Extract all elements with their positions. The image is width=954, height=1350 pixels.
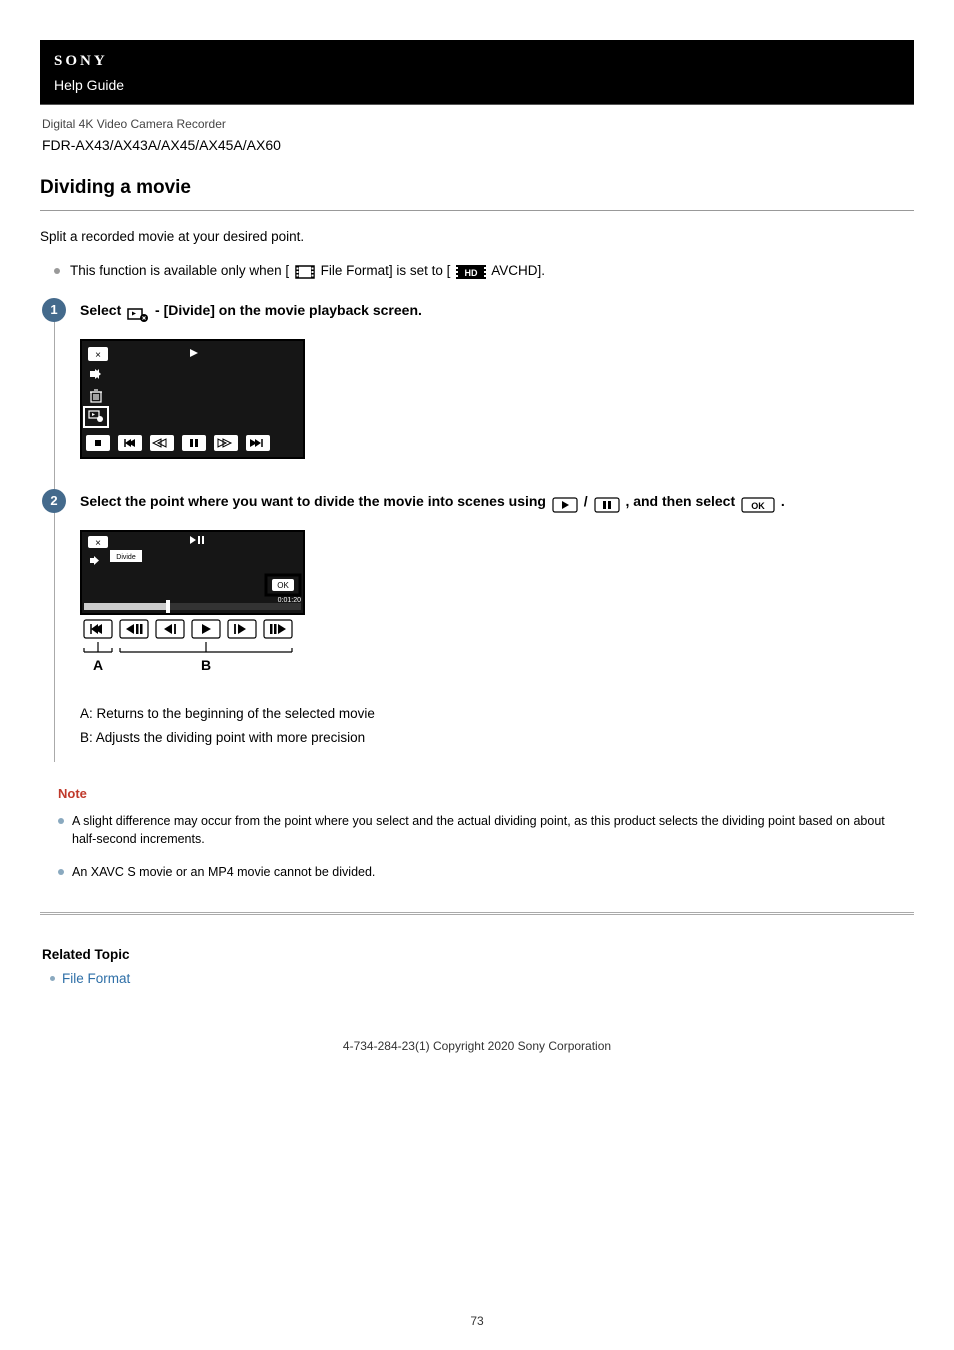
related-title: Related Topic <box>42 945 912 965</box>
hd-badge-icon: HD <box>456 265 486 285</box>
film-icon <box>295 265 315 285</box>
step-2: 2 Select the point where you want to div… <box>54 491 914 763</box>
svg-text:B: B <box>201 657 211 673</box>
svg-text:OK: OK <box>751 501 765 511</box>
bullet-text-prefix: This function is available only when [ <box>70 263 289 278</box>
step-2-title: Select the point where you want to divid… <box>80 491 914 516</box>
intro-text: Split a recorded movie at your desired p… <box>40 227 914 247</box>
file-format-link[interactable]: File Format <box>62 971 130 986</box>
svg-text:×: × <box>95 538 101 549</box>
step-2-title-mid2: , and then select <box>625 493 739 509</box>
movie-options-icon <box>127 304 149 325</box>
step-1-number: 1 <box>42 298 66 322</box>
step-2-desc-b: B: Adjusts the dividing point with more … <box>80 728 914 748</box>
step-2-desc: A: Returns to the beginning of the selec… <box>80 704 914 749</box>
brand-logo: SONY <box>54 50 900 73</box>
svg-text:A: A <box>93 657 103 673</box>
svg-text:×: × <box>95 350 101 361</box>
step-1-title: Select - [Divide] on the movie playback … <box>80 300 914 325</box>
product-family: FDR-AX43/AX43A/AX45/AX45A/AX60 <box>40 135 914 156</box>
note-item: A slight difference may occur from the p… <box>58 812 896 850</box>
copyright: 4-734-284-23(1) Copyright 2020 Sony Corp… <box>40 1037 914 1055</box>
page-title: Dividing a movie <box>40 174 914 212</box>
step-1-screenshot: × <box>80 339 914 459</box>
bullet-text-suffix: AVCHD]. <box>491 263 545 278</box>
step-2-title-suffix: . <box>781 493 785 509</box>
related-block: Related Topic File Format <box>40 945 914 990</box>
step-1-title-suffix: - [Divide] on the movie playback screen. <box>155 302 422 318</box>
step-2-desc-a: A: Returns to the beginning of the selec… <box>80 704 914 724</box>
svg-text:HD: HD <box>465 268 478 278</box>
pause-button-icon <box>594 495 620 516</box>
bullet-text-mid: File Format] is set to [ <box>321 263 451 278</box>
bullet-item: This function is available only when [ F… <box>58 261 914 285</box>
step-1: 1 Select - [Divide] on the movie playbac… <box>54 300 914 491</box>
note-item: An XAVC S movie or an MP4 movie cannot b… <box>58 863 896 882</box>
step-2-title-mid: / <box>584 493 592 509</box>
step-2-screenshot: × Divide OK <box>80 530 914 690</box>
related-item: File Format <box>50 969 912 989</box>
page-number: 73 <box>0 1312 954 1330</box>
help-guide-label: Help Guide <box>54 75 900 96</box>
svg-text:0:01:20: 0:01:20 <box>278 597 301 604</box>
play-button-icon <box>552 495 578 516</box>
note-title: Note <box>58 784 896 804</box>
note-block: Note A slight difference may occur from … <box>40 784 914 882</box>
svg-text:OK: OK <box>277 581 289 590</box>
product-line: Digital 4K Video Camera Recorder <box>40 115 914 133</box>
divider <box>40 912 914 915</box>
ok-button-icon: OK <box>741 495 775 516</box>
page-header: SONY Help Guide <box>40 40 914 105</box>
step-2-title-prefix: Select the point where you want to divid… <box>80 493 550 509</box>
svg-text:Divide: Divide <box>116 554 136 561</box>
step-2-number: 2 <box>42 489 66 513</box>
step-1-title-prefix: Select <box>80 302 125 318</box>
